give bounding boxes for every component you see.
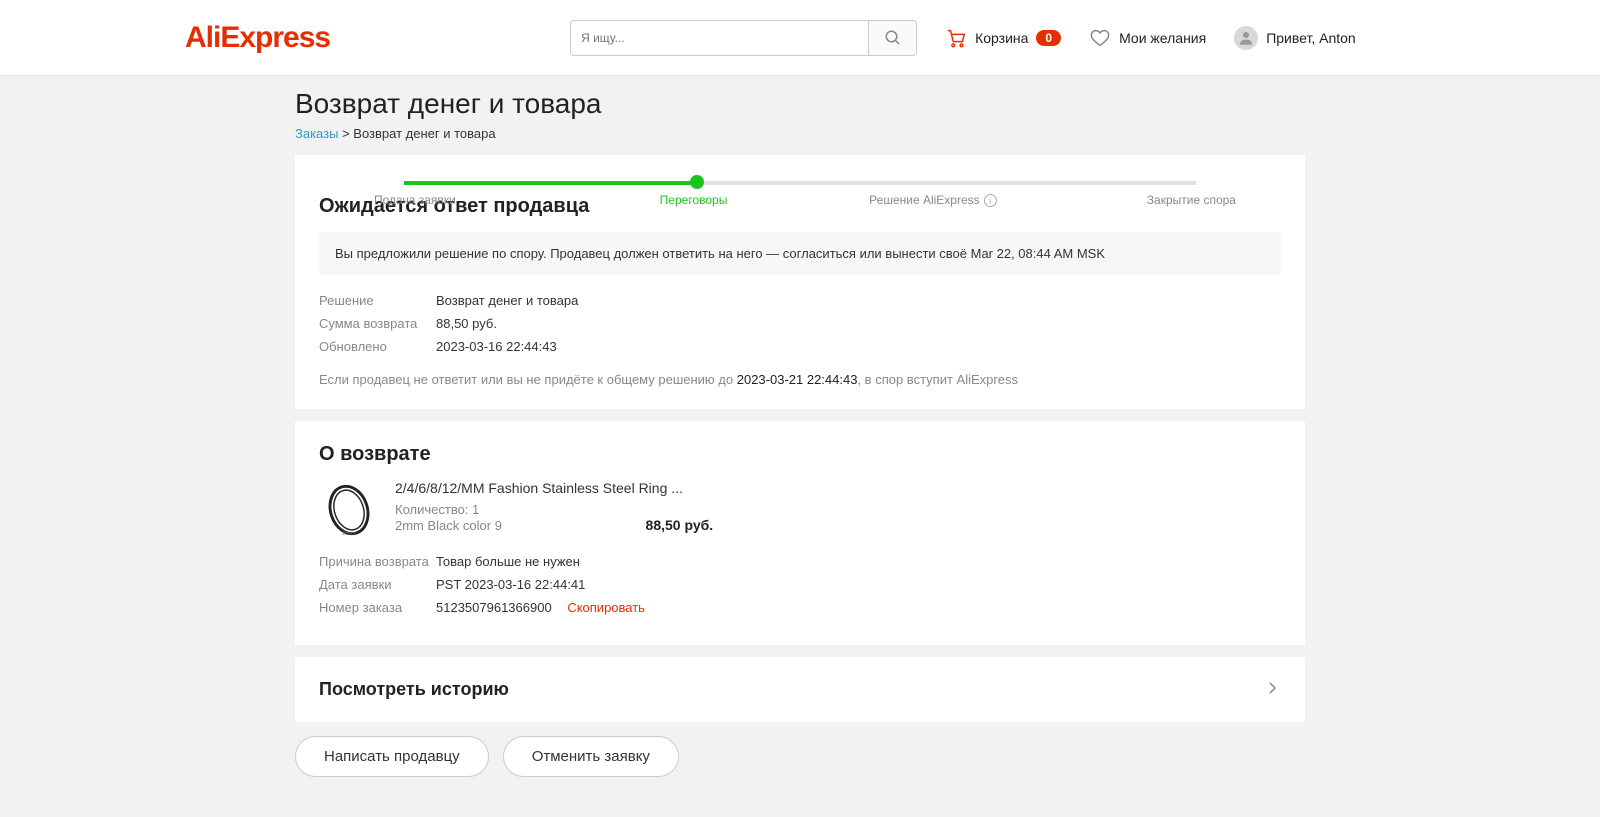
user-icon bbox=[1237, 29, 1255, 47]
step-label-1: Подача заявки bbox=[374, 193, 456, 207]
step-label-3: Решение AliExpressi bbox=[869, 193, 996, 207]
status-heading: Ожидается ответ продавца bbox=[319, 195, 1281, 218]
search-input[interactable] bbox=[571, 21, 868, 55]
heart-icon bbox=[1089, 27, 1111, 49]
refund-value: 88,50 руб. bbox=[436, 316, 497, 331]
product-qty: Количество: 1 bbox=[395, 502, 1281, 517]
deadline-note: Если продавец не ответит или вы не придё… bbox=[319, 372, 1281, 387]
reason-value: Товар больше не нужен bbox=[436, 554, 580, 569]
step-label-4: Закрытие спора bbox=[1147, 193, 1236, 207]
reason-label: Причина возврата bbox=[319, 554, 436, 569]
account-link[interactable]: Привет, Anton bbox=[1234, 26, 1356, 50]
cart-icon bbox=[945, 27, 967, 49]
product-title[interactable]: 2/4/6/8/12/MM Fashion Stainless Steel Ri… bbox=[395, 480, 1281, 496]
breadcrumb: Заказы > Возврат денег и товара bbox=[295, 126, 1305, 141]
status-card: Подача заявки Переговоры Решение AliExpr… bbox=[295, 155, 1305, 409]
breadcrumb-current: Возврат денег и товара bbox=[353, 126, 495, 141]
search-icon bbox=[884, 29, 902, 47]
ring-icon: 2mm bbox=[320, 481, 378, 539]
product-row: 2mm 2/4/6/8/12/MM Fashion Stainless Stee… bbox=[319, 480, 1281, 540]
wishlist-label: Мои желания bbox=[1119, 30, 1206, 46]
order-number-label: Номер заказа bbox=[319, 600, 436, 615]
cart-count-badge: 0 bbox=[1036, 30, 1061, 46]
product-variant: 2mm Black color 9 bbox=[395, 518, 502, 533]
status-banner: Вы предложили решение по спору. Продавец… bbox=[319, 232, 1281, 275]
product-image[interactable]: 2mm bbox=[319, 480, 379, 540]
updated-value: 2023-03-16 22:44:43 bbox=[436, 339, 557, 354]
product-price: 88,50 руб. bbox=[646, 517, 714, 533]
cart-link[interactable]: Корзина 0 bbox=[945, 27, 1061, 49]
svg-text:2mm: 2mm bbox=[343, 531, 356, 537]
history-card[interactable]: Посмотреть историю bbox=[295, 657, 1305, 722]
wishlist-link[interactable]: Мои желания bbox=[1089, 27, 1206, 49]
request-date-label: Дата заявки bbox=[319, 577, 436, 592]
request-date-value: PST 2023-03-16 22:44:41 bbox=[436, 577, 585, 592]
info-icon[interactable]: i bbox=[984, 194, 997, 207]
page-title: Возврат денег и товара bbox=[295, 88, 1305, 120]
contact-seller-button[interactable]: Написать продавцу bbox=[295, 736, 489, 777]
about-return-card: О возврате 2mm 2/4/6/8/12/MM Fashion Sta… bbox=[295, 421, 1305, 645]
logo[interactable]: AliExpress bbox=[185, 21, 330, 55]
resolution-label: Решение bbox=[319, 293, 436, 308]
copy-link[interactable]: Скопировать bbox=[567, 600, 645, 615]
header: AliExpress Корзина 0 Мои желания Привет,… bbox=[0, 0, 1600, 76]
step-label-2: Переговоры bbox=[660, 193, 728, 207]
avatar bbox=[1234, 26, 1258, 50]
actions-row: Написать продавцу Отменить заявку bbox=[295, 736, 1305, 777]
search-button[interactable] bbox=[868, 21, 916, 55]
cart-label: Корзина bbox=[975, 30, 1028, 46]
about-heading: О возврате bbox=[319, 443, 1281, 466]
order-number-value: 5123507961366900 bbox=[436, 600, 552, 615]
updated-label: Обновлено bbox=[319, 339, 436, 354]
history-title: Посмотреть историю bbox=[319, 679, 509, 700]
greeting-label: Привет, Anton bbox=[1266, 30, 1356, 46]
chevron-right-icon bbox=[1263, 679, 1281, 700]
cancel-request-button[interactable]: Отменить заявку bbox=[503, 736, 679, 777]
breadcrumb-orders-link[interactable]: Заказы bbox=[295, 126, 338, 141]
resolution-value: Возврат денег и товара bbox=[436, 293, 578, 308]
search-bar bbox=[570, 20, 917, 56]
refund-label: Сумма возврата bbox=[319, 316, 436, 331]
